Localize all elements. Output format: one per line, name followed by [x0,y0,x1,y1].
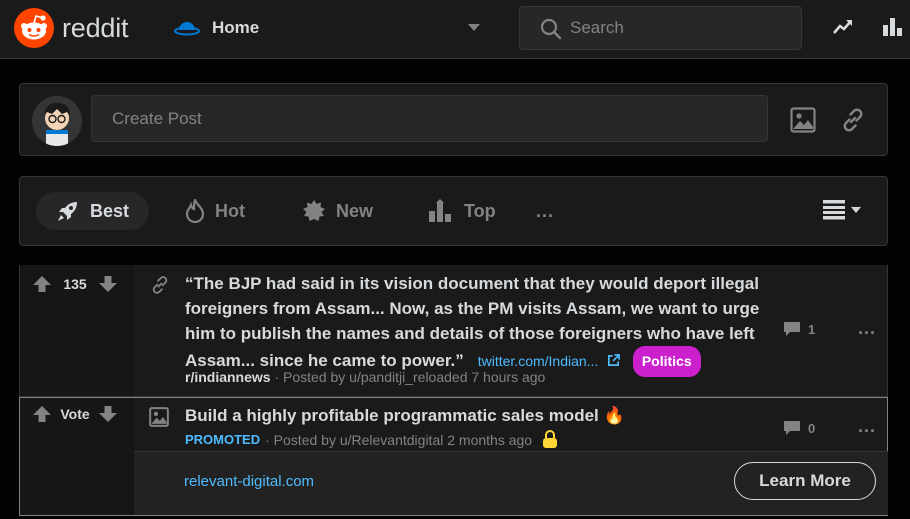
post-byline: · Posted by u/Relevantdigital 2 months a… [265,431,533,448]
post-meta: r/indiannews · Posted by u/panditji_relo… [185,369,545,385]
view-mode-button[interactable] [823,199,861,221]
sort-bar: Best Hot New Top ... [19,176,888,246]
downvote-icon[interactable] [98,405,118,423]
trending-icon[interactable] [832,16,854,43]
sun-icon [303,200,325,221]
lock-icon [543,430,558,448]
search-input[interactable] [570,17,790,39]
subreddit-link[interactable]: r/indiannews [185,369,271,385]
home-icon[interactable] [174,18,200,45]
upvote-icon[interactable] [32,405,52,423]
promoted-label: PROMOTED [185,432,261,447]
vote-count: Vote [60,406,90,422]
post-title-line: Assam... since he came to power.” [185,350,464,370]
search-bar[interactable] [519,6,802,50]
image-icon [149,407,169,432]
upvote-icon[interactable] [32,275,52,293]
reddit-wordmark[interactable]: reddit [62,13,129,44]
create-post-input[interactable] [91,95,768,142]
sort-hot-button[interactable]: Hot [185,192,245,230]
sort-best-label: Best [90,200,130,221]
promoted-post-card[interactable]: Vote Build a highly profitable programma… [19,397,888,516]
sort-best-button[interactable]: Best [36,192,150,230]
reddit-logo-icon[interactable] [14,8,54,48]
rocket-icon [58,202,77,221]
vote-controls: 135 [32,275,118,293]
feed-selector-label[interactable]: Home [212,18,259,38]
comment-icon [784,421,800,435]
post-domain-link[interactable]: twitter.com/Indian... [478,353,599,369]
sort-hot-label: Hot [215,200,245,221]
chevron-down-icon [851,207,861,213]
flame-icon [185,199,205,223]
sort-new-button[interactable]: New [302,192,373,230]
search-icon [540,18,562,45]
chevron-down-icon[interactable] [468,24,480,31]
image-upload-icon[interactable] [790,107,816,138]
vote-column: 135 [20,265,134,396]
post-title-line: “The BJP had said in its vision document… [185,274,759,293]
sort-more-button[interactable]: ... [536,192,554,230]
link-icon [150,275,170,300]
comment-icon [784,322,800,336]
vote-controls: Vote [32,405,118,423]
post-title-line: him to publish the names and details of … [185,324,755,343]
vote-count: 135 [63,276,87,292]
post-title[interactable]: Build a highly profitable programmatic s… [185,403,785,428]
post-title[interactable]: “The BJP had said in its vision document… [185,271,785,377]
sort-top-label: Top [464,200,496,221]
more-options-button[interactable]: ... [858,318,876,339]
sort-top-button[interactable]: Top [428,192,496,230]
link-icon[interactable] [840,107,866,138]
post-title-line: foreigners from Assam... Now, as the PM … [185,299,760,318]
post-byline: · Posted by u/panditji_reloaded 7 hours … [274,369,546,385]
comment-count: 1 [808,321,816,337]
post-card[interactable]: 135 “The BJP had said in its vision docu… [19,265,888,397]
more-options-button[interactable]: ... [858,416,876,437]
sort-new-label: New [336,200,374,221]
bar-chart-icon [429,199,451,222]
promo-domain-link[interactable]: relevant-digital.com [184,473,314,490]
learn-more-button[interactable]: Learn More [734,462,876,500]
popular-icon[interactable] [882,15,902,42]
external-link-icon[interactable] [607,354,620,367]
downvote-icon[interactable] [98,275,118,293]
card-view-icon [823,200,845,220]
post-meta: PROMOTED · Posted by u/Relevantdigital 2… [185,430,558,449]
comment-count: 0 [808,420,816,436]
create-post-card [19,83,888,156]
promo-cta-strip: relevant-digital.com Learn More [134,451,888,515]
comments-button[interactable]: 0 [783,420,815,436]
vote-column: Vote [20,398,134,515]
top-nav: reddit Home [0,0,910,59]
avatar[interactable] [32,96,82,146]
comments-button[interactable]: 1 [783,321,815,337]
post-flair[interactable]: Politics [632,346,701,377]
